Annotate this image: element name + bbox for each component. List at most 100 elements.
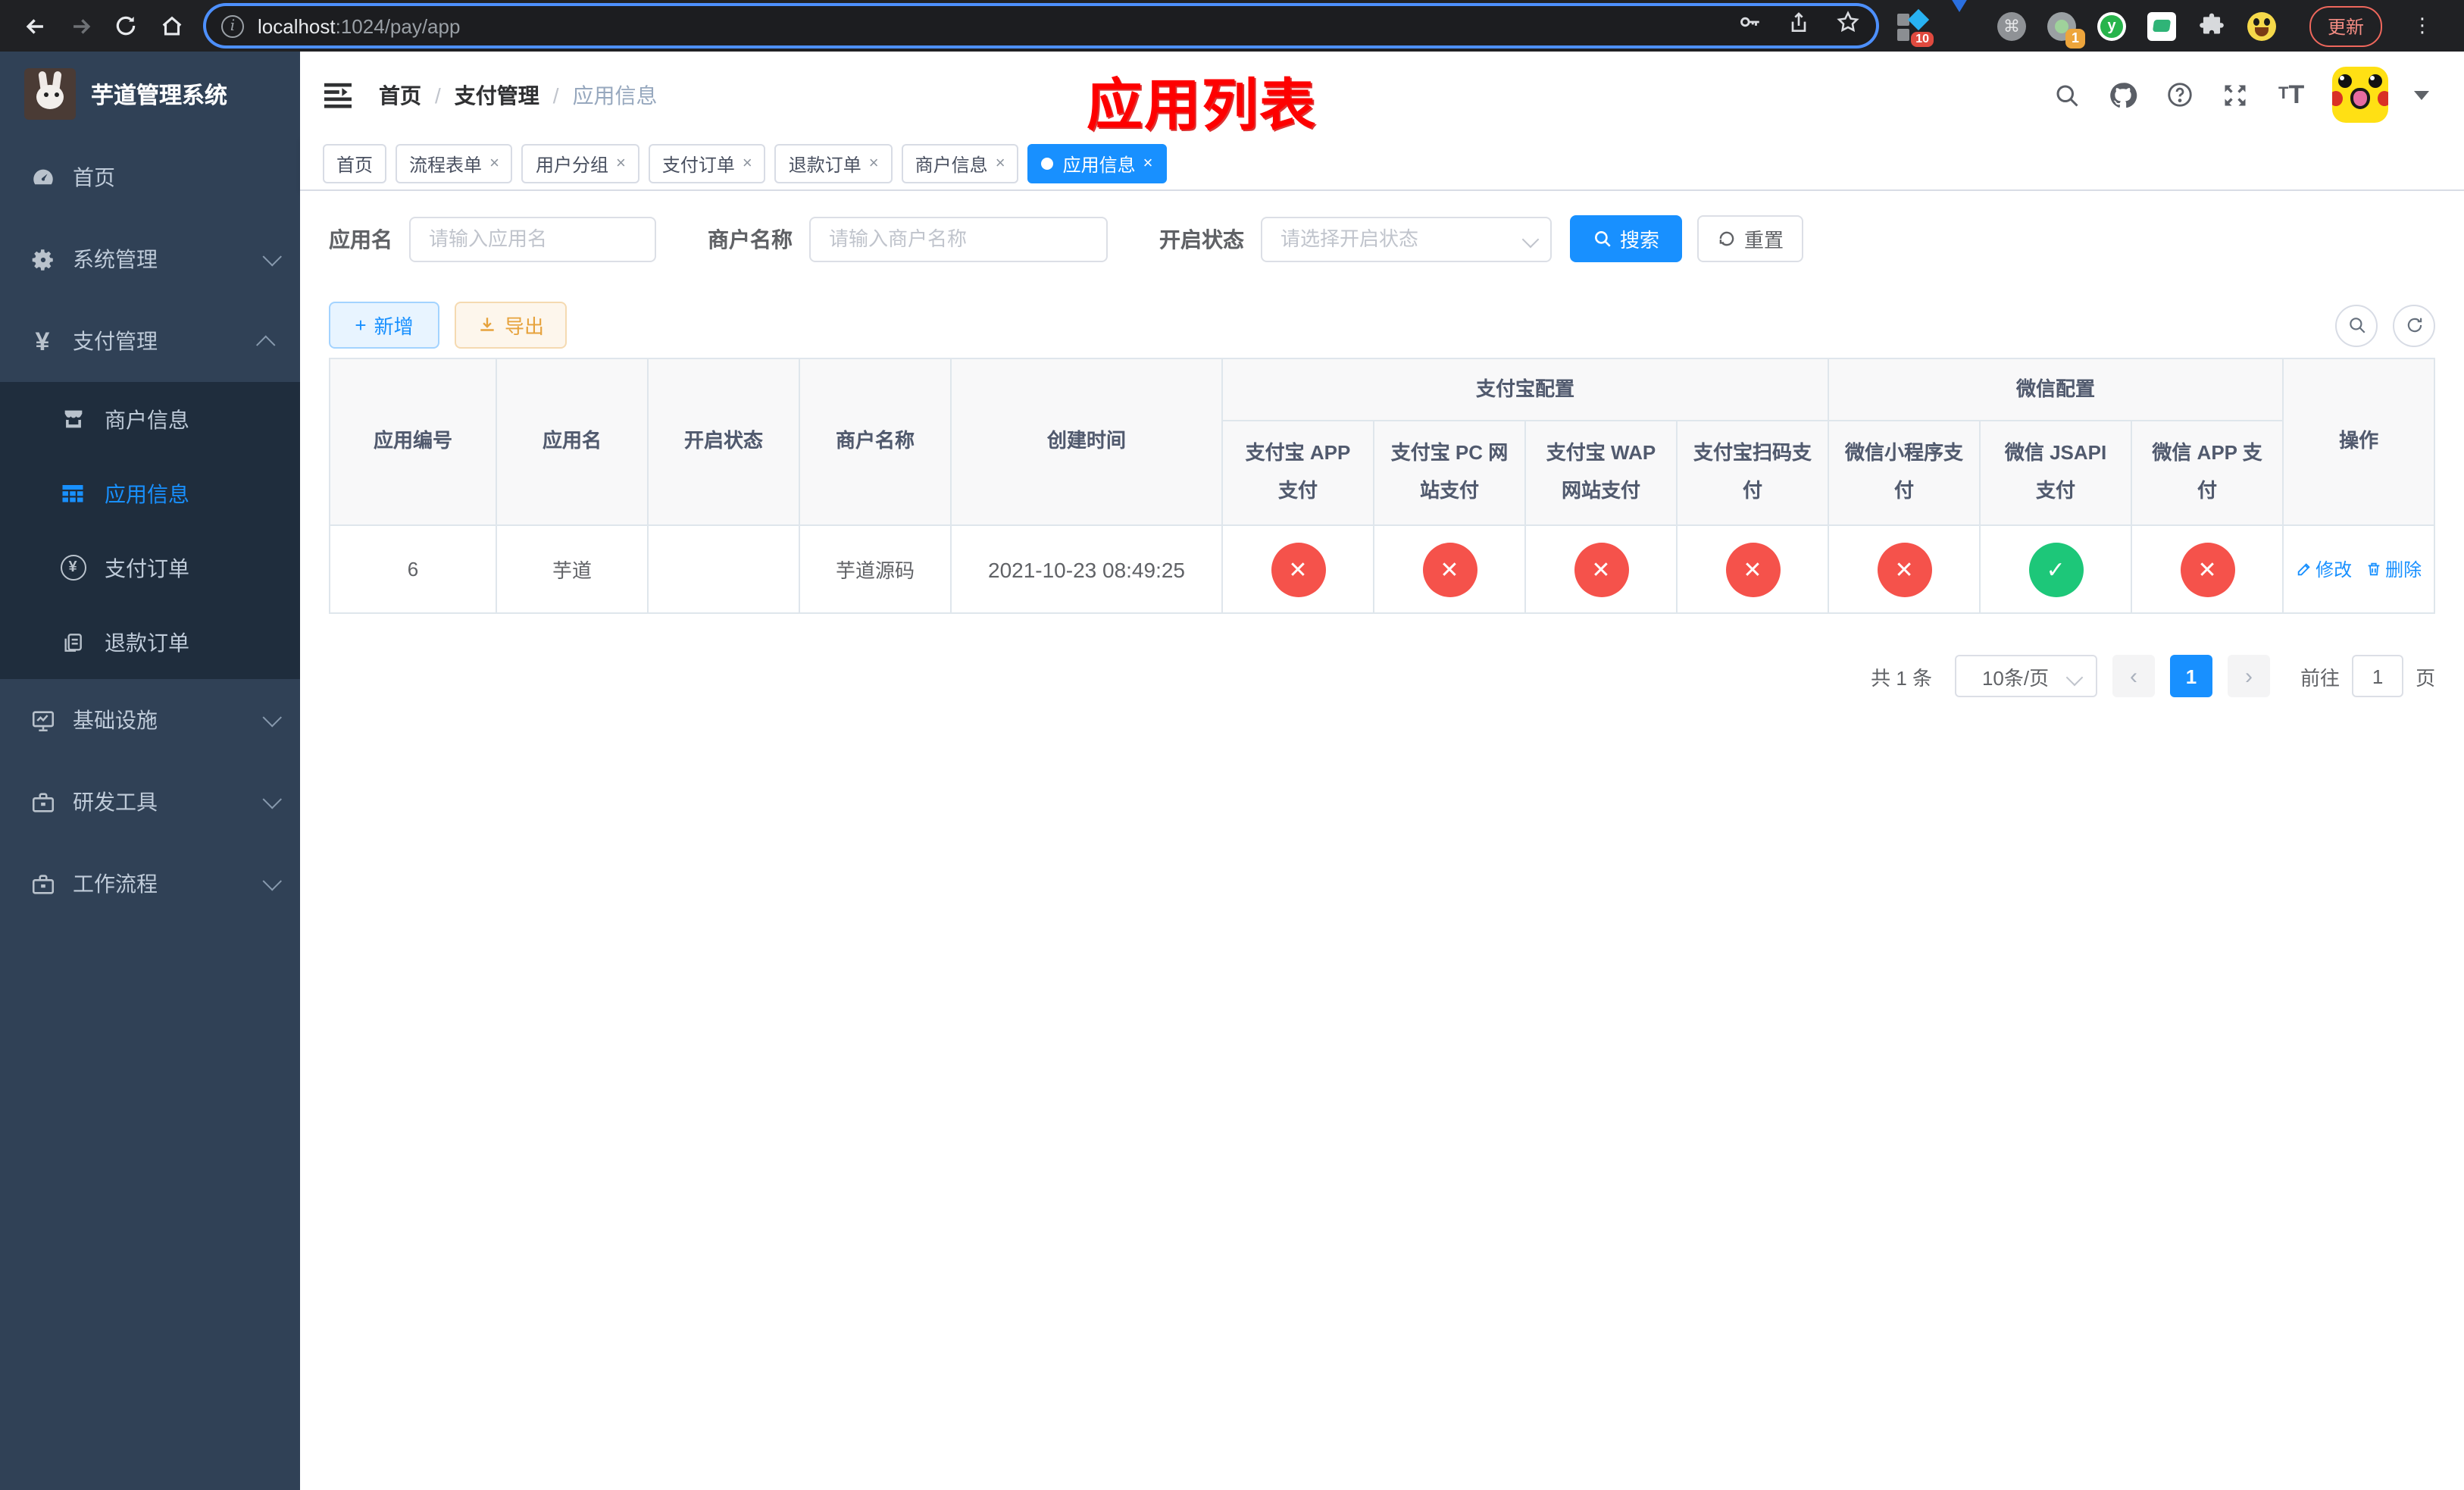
cell-created: 2021-10-23 08:49:25 xyxy=(950,524,1223,614)
close-icon[interactable]: × xyxy=(869,155,879,173)
logo-rabbit-image xyxy=(24,68,76,120)
password-key-icon[interactable] xyxy=(1737,9,1762,42)
edit-button[interactable]: 修改 xyxy=(2296,556,2352,582)
search-form: 应用名 商户名称 开启状态 搜索 重置 xyxy=(329,215,2435,262)
sidebar: 芋道管理系统 首页 系统管理 ¥ 支付管理 商户信息 应用信息 ¥ 支付订单 退… xyxy=(0,52,300,1490)
browser-back-icon[interactable] xyxy=(12,3,58,49)
tab-home[interactable]: 首页 xyxy=(323,144,387,183)
bookmark-star-icon[interactable] xyxy=(1835,9,1861,42)
gear-icon xyxy=(29,246,56,273)
tab-app-info-active[interactable]: 应用信息 × xyxy=(1027,144,1167,183)
sidebar-item-infra[interactable]: 基础设施 xyxy=(0,679,300,761)
breadcrumb-home[interactable]: 首页 xyxy=(379,80,421,110)
sidebar-item-label: 支付订单 xyxy=(105,556,189,580)
profile-avatar-icon[interactable] xyxy=(2247,11,2276,40)
close-icon[interactable]: × xyxy=(489,155,499,173)
monitor-chart-icon xyxy=(29,706,56,734)
app-name-input[interactable] xyxy=(409,216,656,261)
refresh-button[interactable] xyxy=(2393,304,2436,346)
search-button[interactable]: 搜索 xyxy=(1570,215,1682,262)
page-size-select[interactable]: 10条/页 xyxy=(1955,655,2098,697)
dashboard-icon xyxy=(29,164,56,191)
sidebar-item-pay-order[interactable]: ¥ 支付订单 xyxy=(0,531,300,605)
merchant-name-input[interactable] xyxy=(809,216,1108,261)
tab-pay-order[interactable]: 支付订单 × xyxy=(648,144,766,183)
sidebar-logo[interactable]: 芋道管理系统 xyxy=(0,52,300,136)
sidebar-fold-icon[interactable] xyxy=(321,81,355,108)
chrome-menu-icon[interactable]: ⋮ xyxy=(2412,15,2432,35)
extension-y-icon[interactable]: y xyxy=(2097,11,2126,40)
chevron-down-icon xyxy=(262,246,282,266)
yen-icon: ¥ xyxy=(35,327,50,355)
storefront-icon xyxy=(59,405,86,433)
page-number-active[interactable]: 1 xyxy=(2170,655,2213,697)
sidebar-item-app-info[interactable]: 应用信息 xyxy=(0,456,300,531)
font-size-icon[interactable]: TT xyxy=(2276,80,2306,110)
toggle-search-button[interactable] xyxy=(2335,304,2378,346)
prev-page-button[interactable]: ‹ xyxy=(2112,655,2156,697)
site-info-icon[interactable]: i xyxy=(221,14,244,37)
browser-toolbar: i localhost:1024/pay/app 10 ⌘ 1 y 更新 ⋮ xyxy=(0,0,2464,52)
tab-merchant-info[interactable]: 商户信息 × xyxy=(901,144,1019,183)
address-bar[interactable]: i localhost:1024/pay/app xyxy=(206,6,1876,45)
col-created: 创建时间 xyxy=(950,358,1223,526)
close-icon[interactable]: × xyxy=(1143,155,1153,173)
sidebar-item-refund-order[interactable]: 退款订单 xyxy=(0,605,300,679)
browser-home-icon[interactable] xyxy=(149,3,194,49)
sidebar-item-merchant-info[interactable]: 商户信息 xyxy=(0,382,300,456)
extension-chat-icon[interactable] xyxy=(2147,11,2176,40)
breadcrumb: 首页 / 支付管理 / 应用信息 xyxy=(379,80,658,110)
sidebar-item-workflow[interactable]: 工作流程 xyxy=(0,843,300,925)
tab-flow-form[interactable]: 流程表单 × xyxy=(396,144,513,183)
close-icon[interactable]: × xyxy=(616,155,626,173)
page-annotation-title: 应用列表 xyxy=(1087,74,1317,136)
tab-refund-order[interactable]: 退款订单 × xyxy=(774,144,893,183)
toolbox-icon xyxy=(29,870,56,897)
goto-label: 前往 xyxy=(2300,666,2340,689)
sidebar-item-home[interactable]: 首页 xyxy=(0,136,300,218)
export-button[interactable]: 导出 xyxy=(455,302,567,349)
breadcrumb-pay[interactable]: 支付管理 xyxy=(455,80,539,110)
sidebar-item-system[interactable]: 系统管理 xyxy=(0,218,300,300)
next-page-button[interactable]: › xyxy=(2228,655,2271,697)
extension-tag-manager-icon[interactable]: 10 xyxy=(1897,8,1934,46)
github-icon[interactable] xyxy=(2108,80,2138,110)
sidebar-item-label: 商户信息 xyxy=(105,407,189,431)
extension-recorder-icon[interactable]: 1 xyxy=(2047,11,2085,48)
col-app-name: 应用名 xyxy=(496,358,649,526)
app-name-label: 应用名 xyxy=(329,227,392,251)
delete-button[interactable]: 删除 xyxy=(2366,556,2422,582)
avatar-dropdown-caret[interactable] xyxy=(2414,90,2430,99)
chrome-update-button[interactable]: 更新 xyxy=(2309,5,2383,46)
extension-gem-icon[interactable] xyxy=(1947,0,1976,40)
sidebar-item-label: 应用信息 xyxy=(105,481,189,506)
help-question-icon[interactable] xyxy=(2164,80,2194,110)
col-app-id: 应用编号 xyxy=(329,358,497,526)
url-text[interactable]: localhost:1024/pay/app xyxy=(258,14,1737,37)
sidebar-item-dev-tools[interactable]: 研发工具 xyxy=(0,761,300,843)
browser-reload-icon[interactable] xyxy=(103,3,149,49)
share-icon[interactable] xyxy=(1787,10,1811,42)
add-button[interactable]: + 新增 xyxy=(329,302,439,349)
sidebar-menu: 首页 系统管理 ¥ 支付管理 商户信息 应用信息 ¥ 支付订单 退款订单 基础设… xyxy=(0,136,300,1490)
close-icon[interactable]: × xyxy=(996,155,1005,173)
sidebar-item-label: 基础设施 xyxy=(73,708,158,732)
navbar-actions: TT xyxy=(2052,67,2430,123)
fullscreen-icon[interactable] xyxy=(2220,80,2250,110)
plus-icon: + xyxy=(355,314,367,337)
user-avatar[interactable] xyxy=(2332,67,2389,123)
goto-page-input[interactable] xyxy=(2352,655,2404,697)
tab-user-group[interactable]: 用户分组 × xyxy=(521,144,639,183)
browser-forward-icon[interactable] xyxy=(58,3,103,49)
extension-command-icon[interactable]: ⌘ xyxy=(1997,11,2026,40)
col-alipay-qr: 支付宝扫码支付 xyxy=(1675,420,1830,526)
extensions-puzzle-icon[interactable] xyxy=(2197,11,2226,40)
reset-button[interactable]: 重置 xyxy=(1697,215,1803,262)
header-search-icon[interactable] xyxy=(2052,80,2082,110)
pay-submenu: 商户信息 应用信息 ¥ 支付订单 退款订单 xyxy=(0,382,300,679)
close-icon[interactable]: × xyxy=(743,155,752,173)
status-select[interactable] xyxy=(1261,216,1552,261)
sidebar-item-pay[interactable]: ¥ 支付管理 xyxy=(0,300,300,382)
col-wx-app: 微信 APP 支付 xyxy=(2131,420,2284,526)
pagination: 共 1 条 10条/页 ‹ 1 › 前往 页 xyxy=(329,655,2435,697)
